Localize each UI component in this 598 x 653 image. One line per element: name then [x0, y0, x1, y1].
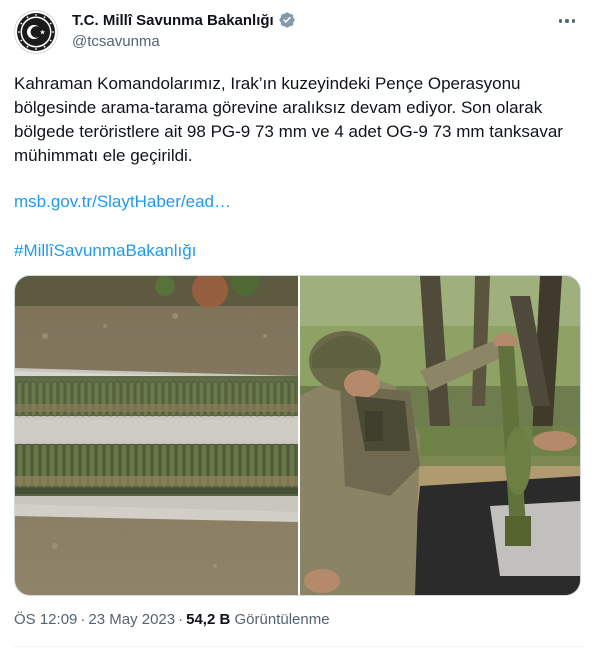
- tweet-meta: ÖS 12:09 · 23 May 2023 · 54,2 B Görüntülenme: [14, 611, 330, 628]
- photo-soldier-with-ammunition[interactable]: [300, 276, 580, 595]
- views-count[interactable]: 54,2 B: [186, 611, 230, 628]
- photo-ammunition-rows[interactable]: [15, 276, 298, 595]
- tweet-text-line: Kahraman Komandolarımız, Irak’ın kuzeyin…: [14, 74, 521, 93]
- author-display-name[interactable]: T.C. Millî Savunma Bakanlığı: [72, 12, 274, 29]
- tweet-text-line: bölgesinde arama-tarama görevine aralıks…: [14, 98, 543, 117]
- avatar[interactable]: [14, 10, 58, 54]
- tweet-link[interactable]: msb.gov.tr/SlaytHaber/ead…: [14, 192, 231, 212]
- tweet-time[interactable]: ÖS 12:09: [14, 611, 77, 628]
- ministry-seal-icon: [14, 10, 58, 54]
- views-label: Görüntülenme: [234, 611, 330, 628]
- tweet-text: Kahraman Komandolarımız, Irak’ın kuzeyin…: [14, 72, 584, 168]
- meta-separator: ·: [178, 611, 184, 628]
- author-name[interactable]: T.C. Millî Savunma Bakanlığı: [72, 11, 296, 29]
- tweet-text-line: mühimmatı ele geçirildi.: [14, 146, 193, 165]
- tweet-card: T.C. Millî Savunma Bakanlığı @tcsavunma …: [0, 0, 598, 653]
- verified-badge-icon[interactable]: [278, 11, 296, 29]
- hashtag-link[interactable]: #MillîSavunmaBakanlığı: [14, 241, 196, 261]
- more-options-icon[interactable]: [556, 10, 578, 32]
- meta-separator: ·: [80, 611, 86, 628]
- media-grid: [14, 275, 581, 596]
- tweet-date[interactable]: 23 May 2023: [88, 611, 175, 628]
- divider: [14, 646, 584, 647]
- tweet-text-line: bölgede teröristlere ait 98 PG-9 73 mm v…: [14, 122, 563, 141]
- author-handle[interactable]: @tcsavunma: [72, 33, 160, 50]
